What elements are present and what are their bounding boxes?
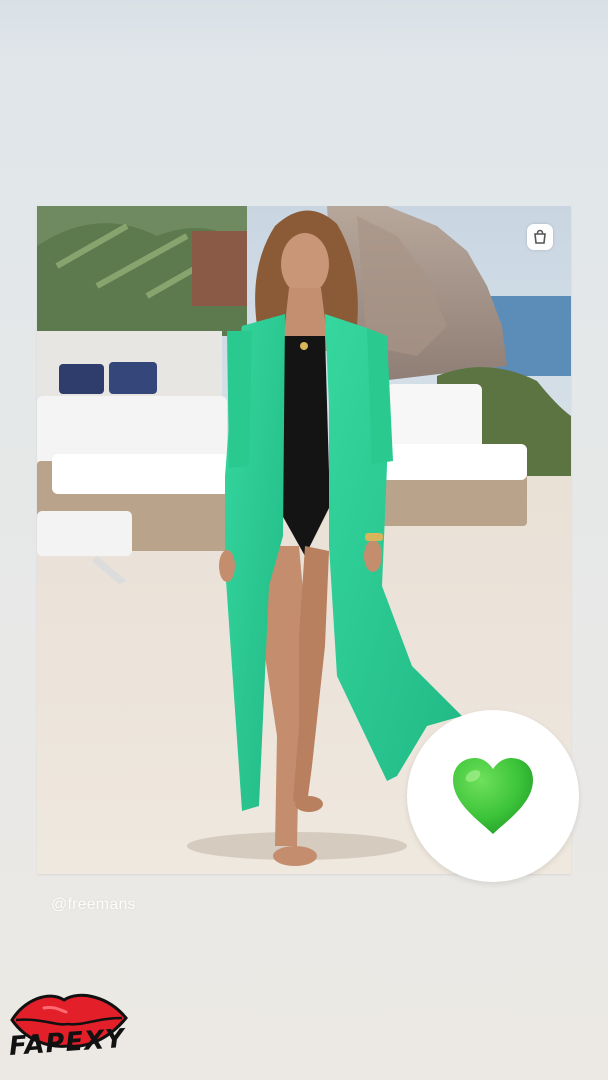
green-heart-icon: [453, 758, 533, 834]
story-canvas: @freemans FAPEXY: [0, 0, 608, 1080]
story-top-gradient: [0, 0, 608, 60]
shopping-bag-icon[interactable]: [527, 224, 553, 250]
reaction-sticker[interactable]: [407, 710, 579, 882]
mention-tag[interactable]: @freemans: [51, 896, 136, 914]
